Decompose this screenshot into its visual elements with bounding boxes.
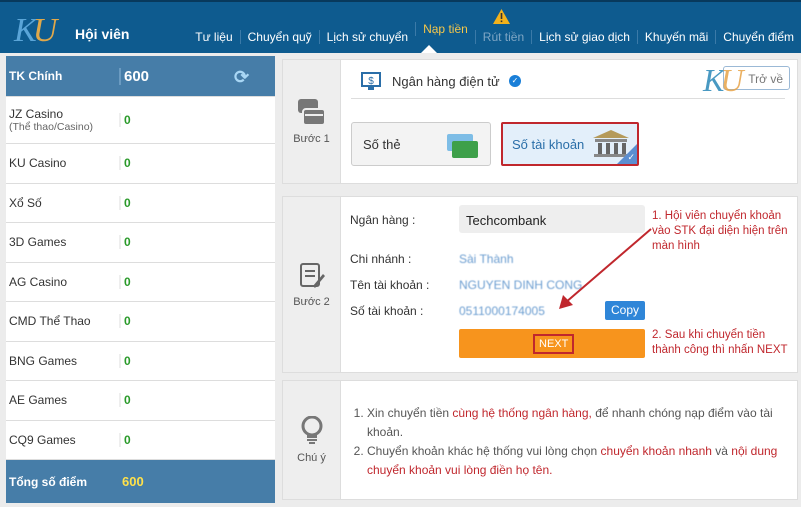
wallet-row: BNG Games 0 [6, 342, 275, 381]
wallet-row: AG Casino 0 [6, 263, 275, 302]
wallet-row: CQ9 Games 0 [6, 421, 275, 460]
account-number-value: 0511000174005 [459, 304, 545, 318]
balance-sidebar: TK Chính 600 ⟳ JZ Casino (Thể thao/Casino… [6, 56, 275, 503]
verified-check-icon: ✓ [509, 75, 521, 87]
option-label: Số thẻ [363, 137, 401, 152]
wallet-row: 3D Games 0 [6, 223, 275, 263]
wallet-value: 0 [119, 353, 131, 368]
wallet-label: AG Casino [9, 274, 68, 289]
account-number-label: Số tài khoản : [350, 304, 424, 318]
svg-text:$: $ [368, 76, 374, 87]
note-panel: Chú ý Xin chuyển tiền cùng hệ thống ngân… [282, 380, 798, 500]
step2-panel: Bước 2 Ngân hàng : Techcombank Chi nhánh… [282, 196, 798, 373]
main-nav: Tư liệu Chuyển quỹ Lịch sử chuyển Nạp ti… [188, 22, 801, 44]
step2-label: Bước 2 [283, 197, 341, 372]
wallet-label: CQ9 Games [9, 432, 76, 447]
wallet-label: CMD Thể Thao [9, 314, 91, 329]
wallet-row: JZ Casino (Thể thao/Casino) 0 [6, 97, 275, 144]
branch-value: Sài Thành [459, 252, 514, 266]
option-label: Số tài khoản [512, 137, 585, 152]
total-row: Tổng số điểm 600 [6, 460, 275, 503]
nav-chuyen-diem[interactable]: Chuyển điểm [715, 30, 801, 44]
page-title: Hội viên [75, 26, 130, 42]
wallet-value: 0 [119, 393, 131, 408]
main-account-label: TK Chính [9, 69, 63, 83]
nav-rut-tien[interactable]: Rút tiền [474, 30, 531, 44]
wallet-row: KU Casino 0 [6, 144, 275, 184]
logo: KU [14, 12, 57, 49]
wallet-value: 0 [119, 235, 131, 250]
payment-method-title: Ngân hàng điện tử [392, 74, 500, 89]
total-label: Tổng số điểm [9, 474, 87, 489]
wallet-sublabel: (Thể thao/Casino) [9, 121, 94, 133]
note-label: Chú ý [283, 381, 341, 499]
nav-lich-su-chuyen[interactable]: Lịch sử chuyển [318, 30, 415, 44]
next-button[interactable]: NEXT [459, 329, 645, 358]
total-value: 600 [122, 474, 144, 489]
wallet-label: Xổ Số [9, 195, 42, 210]
note-list: Xin chuyển tiền cùng hệ thống ngân hàng,… [351, 404, 791, 480]
note-item: Xin chuyển tiền cùng hệ thống ngân hàng,… [367, 404, 791, 442]
wallet-label: 3D Games [9, 235, 67, 250]
wallet-value: 0 [119, 113, 131, 127]
credit-cards-icon [447, 134, 478, 158]
annotation-1: 1. Hội viên chuyển khoản vào STK đại diệ… [652, 210, 788, 252]
card-icon [297, 98, 326, 126]
annotation-2: 2. Sau khi chuyển tiền thành công thì nh… [652, 329, 788, 356]
wallet-row: AE Games 0 [6, 381, 275, 421]
wallet-row: Xổ Số 0 [6, 184, 275, 223]
bank-label: Ngân hàng : [350, 213, 416, 227]
nav-nap-tien[interactable]: Nạp tiền [415, 22, 475, 36]
selected-check-icon: ✓ [627, 152, 635, 162]
wallet-label: BNG Games [9, 353, 78, 368]
wallet-label: JZ Casino [9, 107, 64, 121]
step2-text: Bước 2 [293, 295, 330, 308]
wallet-value: 0 [119, 195, 131, 210]
account-name-label: Tên tài khoản : [350, 278, 430, 292]
option-card-number[interactable]: Số thẻ [351, 122, 491, 166]
nav-lich-su-giao-dich[interactable]: Lịch sử giao dịch [531, 30, 637, 44]
branch-label: Chi nhánh : [350, 252, 412, 266]
step1-label: Bước 1 [283, 60, 341, 183]
wallet-value: 0 [119, 314, 131, 329]
active-tab-caret [421, 45, 437, 53]
wallet-label: KU Casino [9, 156, 67, 171]
main-account-value: 600 [119, 67, 149, 85]
watermark-logo: KU [703, 62, 743, 98]
nav-chuyen-quy[interactable]: Chuyển quỹ [239, 30, 319, 44]
note-text: Chú ý [297, 452, 326, 464]
wallet-value: 0 [119, 432, 131, 447]
nav-tu-lieu[interactable]: Tư liệu [188, 30, 239, 44]
form-edit-icon [299, 262, 325, 288]
divider [351, 98, 785, 99]
next-label: NEXT [533, 334, 575, 354]
step1-text: Bước 1 [293, 132, 330, 145]
monitor-dollar-icon: $ [361, 72, 381, 90]
lightbulb-icon [301, 416, 322, 444]
nav-khuyen-mai[interactable]: Khuyến mãi [636, 30, 715, 44]
header: KU Hội viên Tư liệu Chuyển quỹ Lịch sử c… [0, 0, 801, 53]
refresh-icon[interactable]: ⟳ [234, 67, 249, 88]
wallet-row: CMD Thể Thao 0 [6, 302, 275, 342]
annotation-arrow [559, 228, 652, 309]
wallet-label: AE Games [9, 393, 68, 408]
step1-panel: Bước 1 $ Ngân hàng điện tử ✓ Trở về KU S… [282, 59, 798, 184]
main-account-row: TK Chính 600 ⟳ [6, 56, 275, 97]
wallet-value: 0 [119, 156, 131, 171]
option-account-number[interactable]: Số tài khoản ✓ [501, 122, 639, 166]
wallet-value: 0 [119, 274, 131, 289]
note-item: Chuyển khoản khác hệ thống vui lòng chọn… [367, 442, 791, 480]
warning-icon [493, 9, 510, 24]
